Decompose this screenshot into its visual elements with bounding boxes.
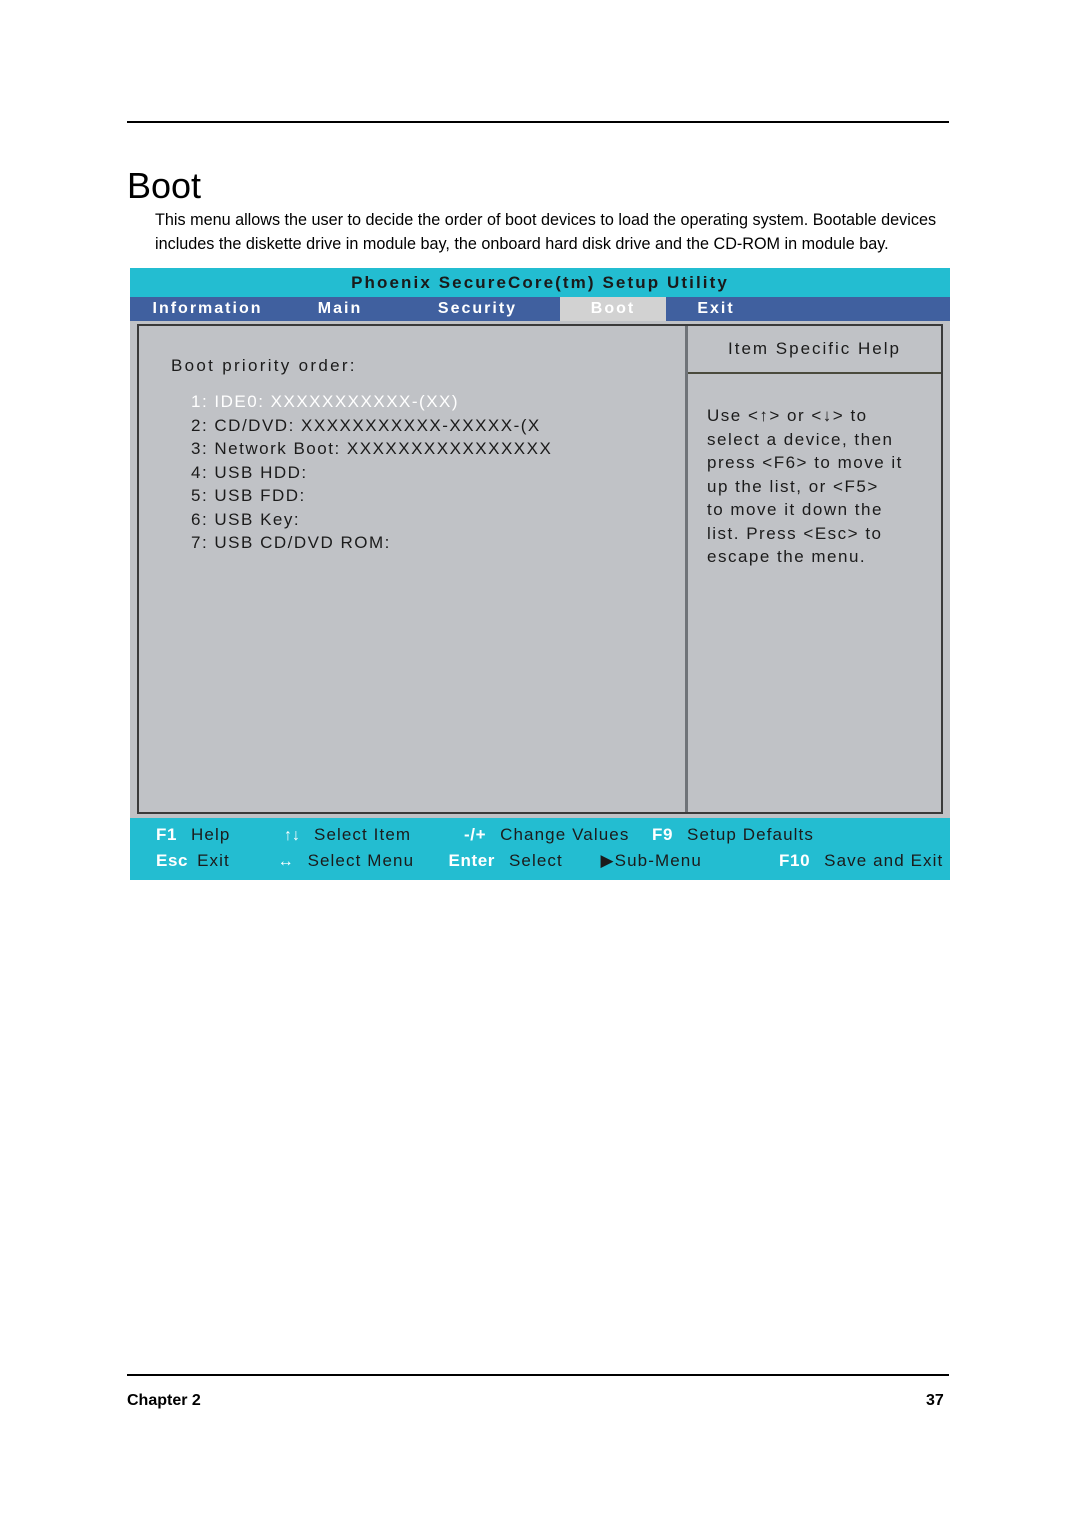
tab-main-label: Main (317, 300, 363, 317)
help-title-divider (688, 372, 941, 374)
key-f9-setup-defaults[interactable]: F9 Setup Defaults (652, 825, 832, 845)
key-updown-select-item[interactable]: ↑↓ Select Item (284, 825, 464, 845)
help-line-3: press <F6> to move it (707, 453, 903, 472)
bios-title-bar: Phoenix SecureCore(tm) Setup Utility (130, 268, 950, 297)
tab-boot-label: Boot (590, 300, 636, 317)
page-number: 37 (926, 1392, 944, 1409)
boot-list-item-7[interactable]: 7: USB CD/DVD ROM: (191, 531, 671, 555)
tab-exit[interactable]: Exit (666, 297, 766, 321)
item-specific-help-text: Use <↑> or <↓> to select a device, then … (707, 404, 932, 569)
help-line-5: to move it down the (707, 500, 883, 519)
tab-information[interactable]: Information (130, 297, 285, 321)
bios-setup-screenshot: Phoenix SecureCore(tm) Setup Utility Inf… (130, 268, 950, 880)
bios-utility-title: Phoenix SecureCore(tm) Setup Utility (351, 272, 729, 292)
key-esc-label: Esc (156, 851, 189, 870)
boot-list-item-4[interactable]: 4: USB HDD: (191, 461, 671, 485)
submenu-arrow-icon: ▶Sub-Menu (600, 851, 702, 870)
key-f1-desc: Help (191, 825, 231, 844)
key-f1-label: F1 (156, 825, 178, 844)
key-leftright-desc: Select Menu (307, 851, 415, 870)
boot-list-item-6[interactable]: 6: USB Key: (191, 508, 671, 532)
header-rule (127, 121, 949, 123)
help-line-2: select a device, then (707, 429, 894, 449)
tab-security[interactable]: Security (395, 297, 560, 321)
key-f10-desc: Save and Exit (824, 851, 944, 870)
key-minusplus-label: -/+ (464, 825, 487, 844)
key-legend-row-1: F1 Help ↑↓ Select Item -/+ Change Values… (130, 822, 950, 848)
key-f1-help[interactable]: F1 Help (156, 825, 284, 845)
boot-priority-list[interactable]: 1: IDE0: XXXXXXXXXXX-(XX) 2: CD/DVD: XXX… (191, 390, 671, 555)
key-updown-desc: Select Item (314, 825, 412, 844)
key-enter-label: Enter (448, 851, 495, 870)
key-f9-label: F9 (652, 825, 674, 844)
document-page: Boot This menu allows the user to decide… (0, 0, 1080, 1527)
arrow-left-right-icon: ↔ (277, 853, 294, 870)
help-line-4: up the list, or <F5> (707, 476, 879, 496)
footer-rule (127, 1374, 949, 1376)
tab-security-label: Security (437, 300, 518, 317)
bios-panel-border: Boot priority order: 1: IDE0: XXXXXXXXXX… (137, 324, 943, 814)
key-esc-desc: Exit (197, 851, 230, 870)
key-legend-row-2: Esc Exit ↔ Select Menu Enter Select ▶Sub… (130, 848, 950, 874)
boot-list-item-5[interactable]: 5: USB FDD: (191, 484, 671, 508)
item-specific-help-panel: Item Specific Help Use <↑> or <↓> to sel… (688, 326, 941, 812)
bios-tab-bar[interactable]: Information Main Security Boot Exit (130, 297, 950, 321)
key-leftright-select-menu[interactable]: ↔ Select Menu (278, 851, 449, 871)
boot-list-item-2[interactable]: 2: CD/DVD: XXXXXXXXXXX-XXXXX-(X (191, 414, 671, 438)
tab-information-label: Information (152, 300, 263, 317)
bios-key-legend: F1 Help ↑↓ Select Item -/+ Change Values… (130, 818, 950, 880)
bios-content-area: Boot priority order: 1: IDE0: XXXXXXXXXX… (130, 321, 950, 818)
key-f10-save-and-exit[interactable]: F10 Save and Exit (779, 851, 950, 871)
item-specific-help-title: Item Specific Help (728, 339, 901, 358)
arrow-up-down-icon: ↑↓ (284, 827, 300, 844)
key-f10-label: F10 (779, 851, 811, 870)
key-minusplus-change-values[interactable]: -/+ Change Values (464, 825, 652, 845)
boot-list-item-1[interactable]: 1: IDE0: XXXXXXXXXXX-(XX) (191, 390, 671, 414)
boot-list-item-3[interactable]: 3: Network Boot: XXXXXXXXXXXXXXXX (191, 437, 671, 461)
help-line-6: list. Press <Esc> to (707, 523, 883, 543)
tab-boot[interactable]: Boot (560, 297, 666, 321)
key-esc-exit[interactable]: Esc Exit (156, 851, 278, 871)
tab-main[interactable]: Main (285, 297, 395, 321)
key-submenu[interactable]: ▶Sub-Menu (600, 851, 779, 871)
help-line-1: Use <↑> or <↓> to (707, 406, 868, 425)
boot-priority-panel: Boot priority order: 1: IDE0: XXXXXXXXXX… (139, 326, 685, 812)
tab-exit-label: Exit (697, 300, 735, 317)
intro-paragraph: This menu allows the user to decide the … (155, 211, 937, 254)
key-minusplus-desc: Change Values (500, 825, 630, 844)
chapter-label: Chapter 2 (127, 1392, 201, 1409)
key-enter-desc: Select (508, 851, 563, 870)
help-line-7: escape the menu. (707, 547, 867, 566)
boot-priority-heading: Boot priority order: (171, 356, 357, 375)
page-title: Boot (127, 165, 202, 207)
key-f9-desc: Setup Defaults (687, 825, 814, 844)
key-enter-select[interactable]: Enter Select (449, 851, 601, 871)
